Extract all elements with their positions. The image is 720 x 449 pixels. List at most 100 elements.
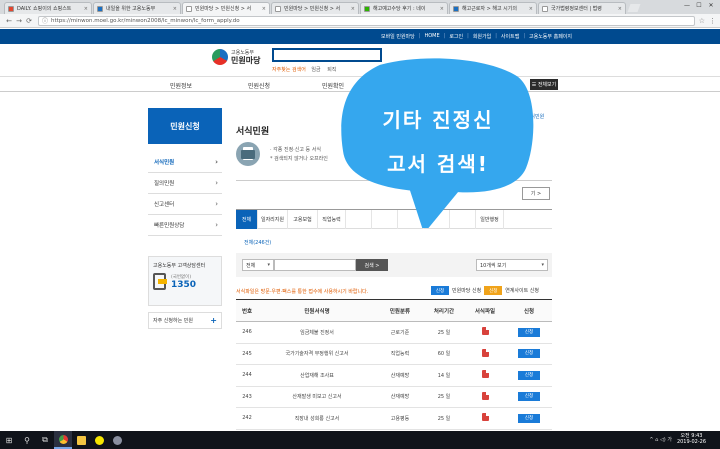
cell-form-name[interactable]: 국가기술자격 부정행위 신고서: [258, 343, 376, 365]
tab-close-icon[interactable]: ×: [173, 6, 177, 12]
sub-tab-all[interactable]: 전체(246건): [244, 239, 271, 246]
page-title: 서식민원: [236, 127, 270, 137]
browser-tab[interactable]: 국가법령정보센터 | 법령 ×: [538, 2, 626, 14]
util-link[interactable]: HOME: [424, 33, 439, 40]
bookmark-star-icon[interactable]: ☆: [699, 17, 705, 25]
browser-tab[interactable]: 민원마당 > 민원신청 > 서 ×: [271, 2, 359, 14]
legend-badge-blue: 신청: [431, 286, 449, 295]
site-logo[interactable]: 고용노동부 민원마당: [212, 49, 260, 65]
lnb-item[interactable]: 빠른민원상담 ›: [148, 215, 222, 236]
kakaotalk-icon[interactable]: [90, 431, 108, 449]
minimize-icon[interactable]: —: [681, 2, 693, 9]
window-controls: — ☐ ✕: [681, 2, 717, 9]
util-link[interactable]: 모바일 민원마당: [381, 33, 415, 40]
lnb-item[interactable]: 질의민원 ›: [148, 173, 222, 194]
gnb-item-apply[interactable]: 민원신청: [248, 81, 270, 90]
apply-button[interactable]: 신청: [518, 392, 540, 402]
table-row: 244 산업재해 조사표 산재예방 14 일 신청: [236, 364, 552, 387]
util-link[interactable]: 사이트맵: [501, 33, 519, 40]
util-separator: |: [467, 33, 469, 39]
hwp-file-icon[interactable]: [481, 348, 489, 357]
close-icon[interactable]: ✕: [705, 2, 717, 9]
frequent-minwon-link[interactable]: 자주 신청하는 민원 +: [148, 312, 222, 329]
page-size-select[interactable]: 10개씩 보기 ▾: [476, 259, 548, 271]
clock-date: 2019-02-26: [676, 439, 706, 445]
browser-tab-title: 민원마당 > 민원신청 > 서: [284, 6, 341, 12]
system-tray: ^ ⌂ ◁) 가 오전 9:43 2019-02-26: [649, 433, 706, 445]
address-bar: ← → ⟳ ⓘ https://minwon.moel.go.kr/minwon…: [0, 14, 720, 28]
clock[interactable]: 오전 9:43 2019-02-26: [677, 433, 706, 445]
hwp-file-icon[interactable]: [481, 413, 489, 422]
cell-file: [464, 386, 506, 408]
lnb-item-label: 빠른민원상담: [154, 223, 185, 229]
browser-tab[interactable]: 민원마당 > 민원신청 > 서 ×: [182, 2, 270, 14]
favicon-icon: [364, 5, 370, 12]
speech-bubble-shape: [341, 58, 534, 228]
cell-number: 246: [236, 321, 258, 344]
util-link[interactable]: 로그인: [449, 33, 463, 40]
apply-button[interactable]: 신청: [518, 327, 540, 337]
tab-close-icon[interactable]: ×: [529, 6, 533, 12]
category-tab[interactable]: 고용보험: [288, 210, 318, 229]
apply-button[interactable]: 신청: [518, 413, 540, 423]
new-tab-button[interactable]: [627, 4, 641, 12]
hwp-file-icon[interactable]: [481, 327, 489, 336]
tray-icons[interactable]: ^ ⌂ ◁) 가: [649, 436, 672, 443]
tab-close-icon[interactable]: ×: [84, 6, 88, 12]
windows-start-icon[interactable]: ⊞: [0, 431, 18, 449]
explorer-folder-icon[interactable]: [72, 431, 90, 449]
browser-tab[interactable]: 내일을 위한 고용노동부 ×: [93, 2, 181, 14]
util-separator: |: [418, 33, 421, 39]
url-input[interactable]: ⓘ https://minwon.moel.go.kr/minwon2008/l…: [38, 15, 695, 26]
hwp-file-icon[interactable]: [481, 370, 489, 379]
browser-tab[interactable]: 해고예고수당 후기 : 네이 ×: [360, 2, 448, 14]
search-button[interactable]: 검색 >: [356, 259, 388, 271]
form-search-input[interactable]: [274, 259, 356, 271]
plus-icon[interactable]: +: [210, 316, 217, 325]
back-icon[interactable]: ←: [4, 17, 14, 25]
legend-label: 연계사이트 신청: [505, 288, 539, 294]
notice-text: 서식파일은 방문·우편·팩스를 통한 접수에 사용하시기 바랍니다.: [236, 289, 369, 295]
speech-bubble-overlay: [341, 58, 534, 228]
form-table: 번호 민원서식명 민원분류 처리기간 서식파일 신청 246 임금체불 진정서 근로기준 25 …: [236, 299, 552, 430]
maximize-icon[interactable]: ☐: [693, 2, 705, 9]
tab-close-icon[interactable]: ×: [618, 6, 622, 12]
lnb-item[interactable]: 신고센터 ›: [148, 194, 222, 215]
util-link[interactable]: 회원가입: [473, 33, 491, 40]
browser-tab[interactable]: 해고근로자 > 해고 시기의 ×: [449, 2, 537, 14]
chrome-icon[interactable]: [54, 431, 72, 449]
task-view-icon[interactable]: ⧉: [36, 431, 54, 449]
category-tab[interactable]: 전체: [236, 210, 258, 229]
cell-form-name[interactable]: 임금체불 진정서: [258, 321, 376, 344]
hwp-file-icon[interactable]: [481, 391, 489, 400]
util-link[interactable]: 고용노동부 홈페이지: [529, 33, 572, 40]
cell-form-name[interactable]: 산재발생 미보고 신고서: [258, 386, 376, 408]
browser-menu-icon[interactable]: ⋮: [709, 17, 716, 25]
forward-icon[interactable]: →: [14, 17, 24, 25]
search-icon[interactable]: ⚲: [18, 431, 36, 449]
hot-keyword[interactable]: 임금: [311, 67, 320, 73]
hot-keyword[interactable]: 퇴직: [327, 67, 336, 73]
gnb-item-info[interactable]: 민원정보: [170, 81, 192, 90]
table-header-row: 번호 민원서식명 민원분류 처리기간 서식파일 신청: [236, 299, 552, 322]
category-tab[interactable]: 일자리지원: [258, 210, 288, 229]
browser-tab-title: 국가법령정보센터 | 법령: [551, 6, 602, 12]
cell-form-name[interactable]: 산업재해 조사표: [258, 364, 376, 387]
browser-tab[interactable]: DAILY. 쇼핑이의 쇼핑스트 ×: [4, 2, 92, 14]
lnb-item-label: 신고센터: [154, 202, 175, 208]
chevron-right-icon: ›: [215, 221, 218, 229]
cell-form-name[interactable]: 직장내 성희롱 신고서: [258, 407, 376, 430]
apply-button[interactable]: 신청: [518, 349, 540, 359]
search-type-select[interactable]: 전체 ▾: [242, 259, 274, 271]
lnb-item-label: 질의민원: [154, 181, 175, 187]
lnb-item[interactable]: 서식민원 ›: [148, 152, 222, 173]
info-icon[interactable]: ⓘ: [42, 16, 48, 25]
apply-button[interactable]: 신청: [518, 370, 540, 380]
tab-close-icon[interactable]: ×: [351, 6, 355, 12]
column-header: 민원분류: [376, 299, 424, 322]
table-row: 243 산재발생 미보고 신고서 산재예방 25 일 신청: [236, 386, 552, 408]
tab-close-icon[interactable]: ×: [262, 6, 266, 12]
tab-close-icon[interactable]: ×: [440, 6, 444, 12]
app-icon[interactable]: [108, 431, 126, 449]
reload-icon[interactable]: ⟳: [24, 17, 34, 25]
